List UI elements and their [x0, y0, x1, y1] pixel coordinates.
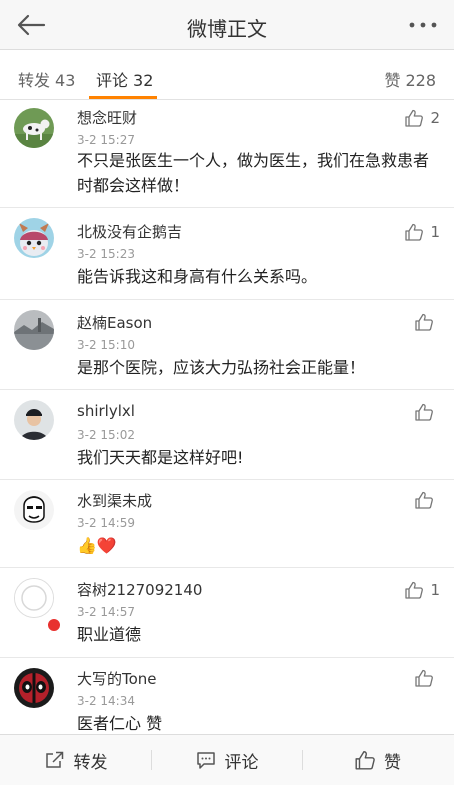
- comment-like-button[interactable]: [414, 402, 440, 422]
- comment-time: 3-2 15:23: [77, 247, 135, 261]
- comment-like-count: 2: [430, 109, 440, 127]
- comment-username[interactable]: 想念旺财: [77, 107, 137, 128]
- thumbs-up-icon: [415, 313, 433, 331]
- comment-item: 水到渠未成 3-2 14:59 👍❤️: [0, 480, 454, 632]
- avatar[interactable]: [14, 490, 54, 530]
- comment-time: 3-2 15:27: [77, 133, 135, 147]
- avatar[interactable]: [14, 400, 54, 440]
- sketch-face-avatar-icon: [14, 490, 54, 530]
- repost-label: 转发: [73, 752, 108, 773]
- repost-button[interactable]: 转发: [0, 735, 151, 785]
- comment-text: 医者仁心 赞: [77, 714, 163, 733]
- comment-username[interactable]: 北极没有企鹅吉: [77, 221, 182, 242]
- avatar[interactable]: [14, 578, 54, 618]
- comment-item: 想念旺财 3-2 15:27 不只是张医生一个人，做为医生，我们在急救患者时都会…: [0, 100, 454, 208]
- comment-username[interactable]: shirlylxl: [77, 402, 135, 420]
- avatar[interactable]: [14, 668, 54, 708]
- comment-time: 3-2 15:10: [77, 338, 135, 352]
- comment-text: 我们天天都是这样好吧!: [77, 448, 244, 467]
- comment-time: 3-2 15:02: [77, 428, 135, 442]
- comment-like-button[interactable]: [414, 668, 440, 688]
- comment-time: 3-2 14:34: [77, 694, 135, 708]
- comment-text: 是那个医院，应该大力弘扬社会正能量！: [77, 358, 366, 377]
- top-bar: 微博正文: [0, 0, 454, 50]
- default-avatar-icon: [15, 579, 53, 617]
- comment-like-button[interactable]: [414, 490, 440, 510]
- like-button[interactable]: 赞: [302, 735, 453, 785]
- thumbs-up-icon: [355, 751, 375, 770]
- page-title: 微博正文: [187, 17, 267, 41]
- penguin-avatar-icon: [14, 218, 54, 258]
- dog-avatar-icon: [14, 108, 54, 148]
- thumbs-up-icon: [415, 403, 433, 421]
- comment-time: 3-2 14:57: [77, 605, 135, 619]
- deadpool-avatar-icon: [14, 668, 54, 708]
- comment-like-count: 1: [430, 581, 440, 599]
- weibo-detail-screen: 微博正文 转发 43 评论 32 赞 228 想念旺财 3-2 15:27 不只…: [0, 0, 454, 785]
- comment-username[interactable]: 大写的Tone: [77, 668, 157, 689]
- more-button[interactable]: [406, 12, 440, 38]
- comment-text: 不只是张医生一个人，做为医生，我们在急救患者时都会这样做！: [77, 151, 430, 195]
- repost-icon: [45, 751, 63, 768]
- comment-item: 北极没有企鹅吉 3-2 15:23 能告诉我这和身高有什么关系吗。 1: [0, 208, 454, 300]
- comment-item: 容树2127092140 3-2 14:57 职业道德 1: [0, 568, 454, 658]
- avatar[interactable]: [14, 310, 54, 350]
- thumbs-up-icon: [405, 109, 424, 127]
- comment-label: 评论: [224, 752, 259, 773]
- avatar[interactable]: [14, 218, 54, 258]
- comment-text: 职业道德: [77, 625, 142, 644]
- comment-like-count: 1: [430, 223, 440, 241]
- comment-username[interactable]: 赵楠Eason: [77, 312, 152, 333]
- tab-comment-count: 32: [133, 71, 154, 90]
- comment-like-button[interactable]: 1: [404, 222, 440, 242]
- tab-comment[interactable]: 评论 32: [96, 67, 153, 91]
- thumbs-up-icon: [415, 669, 433, 687]
- comment-text: 👍❤️: [77, 536, 117, 555]
- bottom-action-bar: 转发 评论 赞: [0, 734, 454, 785]
- thumbs-up-icon: [405, 581, 424, 599]
- comment-list: 想念旺财 3-2 15:27 不只是张医生一个人，做为医生，我们在急救患者时都会…: [0, 100, 454, 734]
- comment-text: 能告诉我这和身高有什么关系吗。: [77, 267, 318, 286]
- thumbs-up-icon: [405, 223, 424, 241]
- like-label: 赞: [384, 752, 401, 773]
- tab-bar: 转发 43 评论 32 赞 228: [0, 50, 454, 100]
- tab-repost-count: 43: [55, 71, 76, 90]
- comment-item: 大写的Tone 3-2 14:34 医者仁心 赞: [0, 658, 454, 734]
- tab-repost-label: 转发: [18, 71, 51, 90]
- comment-item: shirlylxl 3-2 15:02 我们天天都是这样好吧!: [0, 390, 454, 480]
- person-avatar-icon: [14, 400, 54, 440]
- thumbs-up-icon: [415, 491, 433, 509]
- comment-like-button[interactable]: 1: [404, 580, 440, 600]
- comment-username[interactable]: 水到渠未成: [77, 490, 152, 511]
- comment-button[interactable]: 评论: [151, 735, 302, 785]
- landscape-avatar-icon: [14, 310, 54, 350]
- tab-like[interactable]: 赞 228: [384, 67, 436, 91]
- comment-like-button[interactable]: [414, 312, 440, 332]
- tab-repost[interactable]: 转发 43: [18, 67, 75, 91]
- tab-like-count: 228: [405, 71, 436, 90]
- comment-like-button[interactable]: 2: [404, 108, 440, 128]
- comment-username[interactable]: 容树2127092140: [77, 579, 202, 600]
- tab-comment-label: 评论: [96, 71, 129, 90]
- tab-like-label: 赞: [384, 71, 401, 90]
- avatar[interactable]: [14, 108, 54, 148]
- comment-item: 赵楠Eason 3-2 15:10 是那个医院，应该大力弘扬社会正能量！: [0, 300, 454, 390]
- comment-time: 3-2 14:59: [77, 516, 135, 530]
- more-dots-icon: [409, 22, 437, 28]
- comment-icon: [196, 752, 215, 769]
- active-tab-indicator: [89, 96, 157, 99]
